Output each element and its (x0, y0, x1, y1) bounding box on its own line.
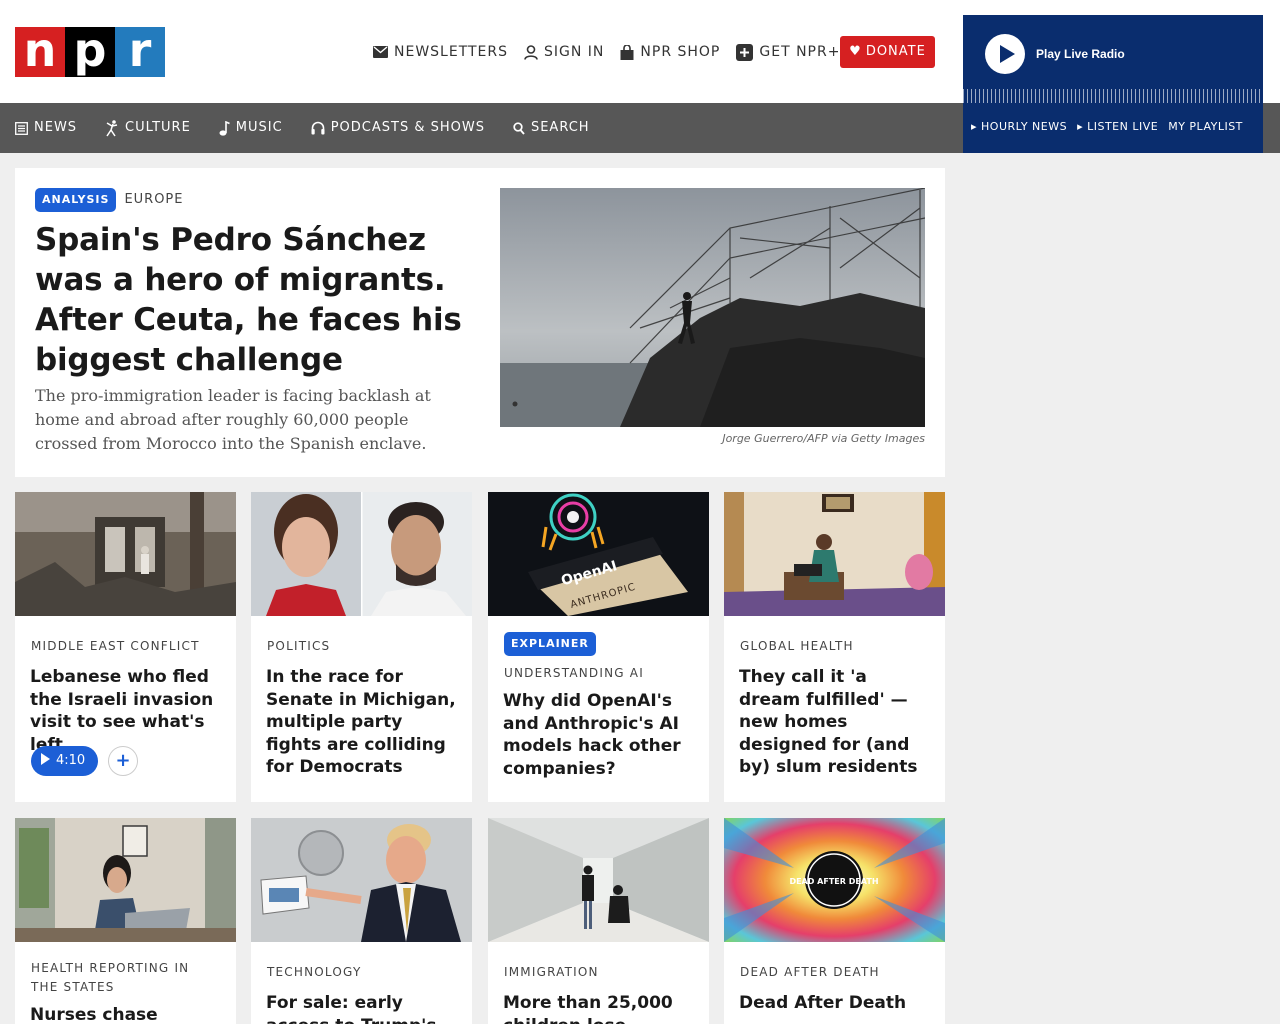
my-playlist-link[interactable]: MY PLAYLIST (1168, 119, 1243, 135)
hero-story[interactable]: ANALYSIS EUROPE Spain's Pedro Sánchez wa… (15, 168, 945, 477)
listen-live-link[interactable]: ▸ LISTEN LIVE (1077, 119, 1158, 135)
story-thumbnail[interactable] (251, 818, 472, 942)
story-thumbnail[interactable]: OpenAI ANTHROPIC (488, 492, 709, 616)
nav-search[interactable]: SEARCH (513, 118, 590, 138)
dancer-icon (106, 119, 118, 136)
story-kicker[interactable]: POLITICS (267, 637, 457, 656)
explainer-badge: EXPLAINER (504, 632, 596, 656)
play-icon[interactable] (985, 34, 1025, 74)
music-note-icon (219, 120, 230, 136)
story-card[interactable]: TECHNOLOGY For sale: early access to Tru… (251, 818, 472, 1024)
shopping-bag-icon (620, 44, 634, 60)
logo-n: n (15, 27, 65, 77)
story-card[interactable]: POLITICS In the race for Senate in Michi… (251, 492, 472, 802)
nav-culture[interactable]: CULTURE (105, 118, 191, 138)
story-headline[interactable]: Dead After Death (739, 992, 934, 1015)
heart-icon: ♥ (849, 44, 862, 59)
main-nav: NEWS CULTURE MUSIC PODCASTS & SHOWS SEAR… (0, 103, 963, 153)
npr-shop-label: NPR SHOP (640, 44, 721, 60)
hero-tags: ANALYSIS EUROPE (35, 188, 184, 212)
logo-r: r (115, 27, 165, 77)
dead-after-death-logo-text: DEAD AFTER DEATH (789, 877, 878, 886)
audio-duration: 4:10 (56, 753, 86, 768)
npr-shop-link[interactable]: NPR SHOP (620, 42, 720, 62)
story-card[interactable]: OpenAI ANTHROPIC EXPLAINER UNDERSTANDING… (488, 492, 709, 802)
story-card[interactable]: DEAD AFTER DEATH DEAD AFTER DEATH Dead A… (724, 818, 945, 1024)
story-thumbnail[interactable] (15, 818, 236, 942)
audio-controls: 4:10 + (31, 746, 138, 776)
story-card[interactable]: MIDDLE EAST CONFLICT Lebanese who fled t… (15, 492, 236, 802)
story-headline[interactable]: They call it 'a dream fulfilled' — new h… (739, 666, 934, 779)
donate-button[interactable]: ♥ DONATE (840, 36, 935, 68)
nav-music-label: MUSIC (235, 120, 283, 135)
newsletters-label: NEWSLETTERS (394, 44, 509, 60)
play-audio-button[interactable]: 4:10 (31, 746, 98, 776)
story-kicker[interactable]: HEALTH REPORTING IN THE STATES (31, 959, 221, 997)
story-kicker[interactable]: MIDDLE EAST CONFLICT (31, 637, 221, 656)
sign-in-label: SIGN IN (544, 44, 605, 60)
audio-waveform (963, 89, 1263, 103)
story-headline[interactable]: Nurses chase (30, 1004, 225, 1024)
utility-nav: NEWSLETTERS SIGN IN NPR SHOP GET NPR+ (373, 42, 840, 62)
nav-search-label: SEARCH (530, 120, 590, 135)
nav-music[interactable]: MUSIC (219, 118, 283, 138)
plus-box-icon (736, 43, 754, 61)
hero-photo[interactable] (500, 188, 925, 427)
play-icon (41, 753, 50, 765)
hero-section-link[interactable]: EUROPE (124, 190, 183, 210)
get-npr-plus-label: GET NPR+ (759, 44, 841, 60)
headphones-icon (311, 121, 325, 135)
nav-podcasts-label: PODCASTS & SHOWS (330, 120, 485, 135)
story-kicker[interactable]: TECHNOLOGY (267, 963, 457, 982)
story-kicker[interactable]: IMMIGRATION (504, 963, 694, 982)
story-card[interactable]: GLOBAL HEALTH They call it 'a dream fulf… (724, 492, 945, 802)
story-kicker[interactable]: GLOBAL HEALTH (740, 637, 930, 656)
analysis-badge: ANALYSIS (35, 188, 117, 212)
get-npr-plus-link[interactable]: GET NPR+ (736, 42, 840, 62)
envelope-icon (373, 46, 388, 58)
story-headline[interactable]: For sale: early access to Trump's Truth (266, 992, 461, 1024)
npr-logo[interactable]: n p r (15, 27, 165, 77)
nav-news[interactable]: NEWS (15, 118, 77, 138)
add-to-playlist-button[interactable]: + (108, 746, 138, 776)
hero-photo-credit: Jorge Guerrero/AFP via Getty Images (722, 432, 925, 445)
story-thumbnail[interactable] (15, 492, 236, 616)
logo-p: p (65, 27, 115, 77)
story-headline[interactable]: In the race for Senate in Michigan, mult… (266, 666, 461, 779)
newspaper-icon (15, 121, 28, 135)
story-thumbnail[interactable] (488, 818, 709, 942)
story-kicker[interactable]: DEAD AFTER DEATH (740, 963, 930, 982)
story-headline[interactable]: Lebanese who fled the Israeli invasion v… (30, 666, 225, 756)
story-kicker[interactable]: UNDERSTANDING AI (504, 664, 694, 683)
user-icon (524, 44, 538, 60)
story-thumbnail[interactable] (251, 492, 472, 616)
story-thumbnail[interactable] (724, 492, 945, 616)
nav-culture-label: CULTURE (125, 120, 191, 135)
hero-headline[interactable]: Spain's Pedro Sánchez was a hero of migr… (35, 220, 465, 380)
nav-news-label: NEWS (34, 120, 78, 135)
nav-podcasts[interactable]: PODCASTS & SHOWS (311, 118, 485, 138)
story-card[interactable]: HEALTH REPORTING IN THE STATES Nurses ch… (15, 818, 236, 1024)
story-headline[interactable]: More than 25,000 children lose previous (503, 992, 698, 1024)
radio-links: ▸ HOURLY NEWS ▸ LISTEN LIVE MY PLAYLIST (971, 119, 1243, 135)
hero-teaser: The pro-immigration leader is facing bac… (35, 386, 431, 453)
sign-in-link[interactable]: SIGN IN (524, 42, 604, 62)
story-thumbnail[interactable]: DEAD AFTER DEATH (724, 818, 945, 942)
search-icon (513, 121, 525, 135)
newsletters-link[interactable]: NEWSLETTERS (373, 42, 508, 62)
live-radio-player: Play Live Radio ▸ HOURLY NEWS ▸ LISTEN L… (963, 15, 1263, 153)
hourly-news-link[interactable]: ▸ HOURLY NEWS (971, 119, 1067, 135)
donate-label: DONATE (865, 44, 926, 59)
story-card[interactable]: IMMIGRATION More than 25,000 children lo… (488, 818, 709, 1024)
play-live-radio-label[interactable]: Play Live Radio (1036, 46, 1125, 62)
story-headline[interactable]: Why did OpenAI's and Anthropic's AI mode… (503, 690, 698, 780)
nav-edge (1263, 103, 1280, 153)
